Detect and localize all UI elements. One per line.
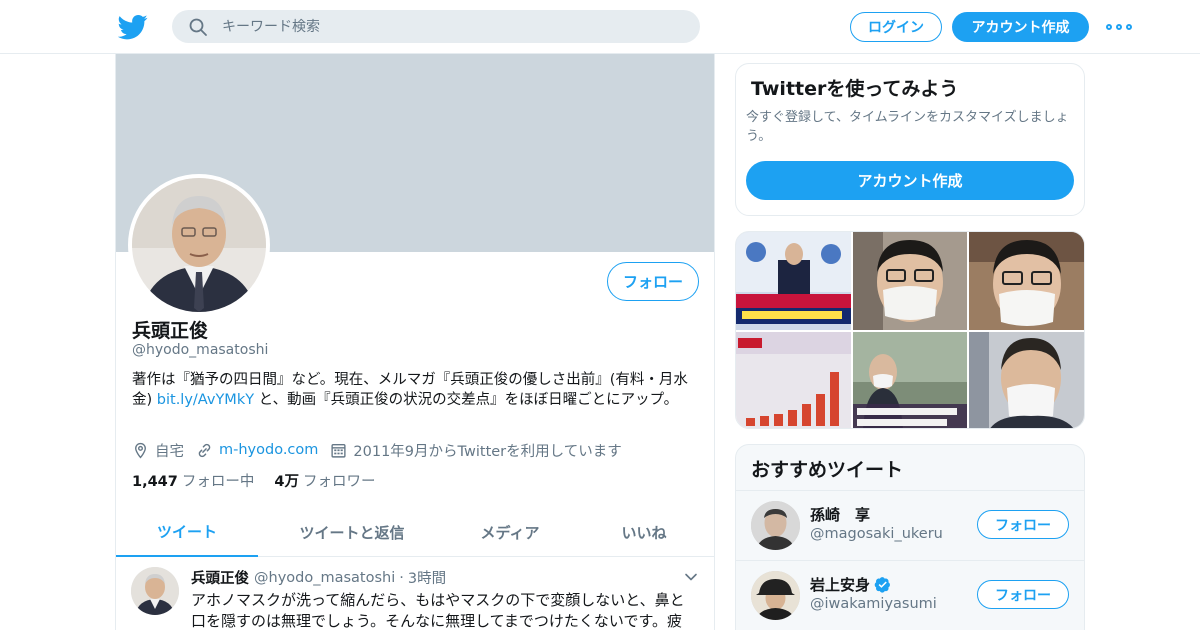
recommended-tweets: おすすめツイート 孫崎 享 @magosaki_ukeru フォロー 岩上安身 … <box>735 444 1085 630</box>
followers-count: 4万 <box>274 474 299 490</box>
tweet-header: 兵頭正俊 @hyodo_masatoshi · 3時間 <box>191 567 446 588</box>
top-nav: ログイン アカウント作成 <box>0 0 1200 54</box>
profile-website[interactable]: m-hyodo.com <box>196 442 318 459</box>
media-grid <box>735 231 1085 429</box>
profile-name: 兵頭正俊 <box>132 320 209 342</box>
tab-media[interactable]: メディア <box>446 507 574 557</box>
bio-link[interactable]: bit.ly/AvYMkY <box>157 392 254 408</box>
tweet-time[interactable]: 3時間 <box>408 567 446 588</box>
tweet-author-handle[interactable]: @hyodo_masatoshi <box>254 570 395 586</box>
recommended-user[interactable]: 岩上安身 @iwakamiyasumi フォロー <box>736 560 1084 630</box>
search-icon <box>188 17 208 37</box>
profile-joined: 2011年9月からTwitterを利用しています <box>330 440 622 461</box>
following-count: 1,447 <box>132 474 178 490</box>
following-stat[interactable]: 1,447 フォロー中 <box>132 470 254 491</box>
media-thumb[interactable] <box>969 232 1084 330</box>
signup-button[interactable]: アカウント作成 <box>952 12 1089 42</box>
profile-tabs: ツイート ツイートと返信 メディア いいね <box>116 507 714 557</box>
signup-card-description: 今すぐ登録して、タイムラインをカスタマイズしましょう。 <box>746 110 1069 144</box>
profile-handle: @hyodo_masatoshi <box>132 342 269 358</box>
tweet[interactable]: 兵頭正俊 @hyodo_masatoshi · 3時間 アホノマスクが洗って縮ん… <box>116 557 714 630</box>
chevron-down-icon[interactable] <box>684 569 698 588</box>
signup-card-button[interactable]: アカウント作成 <box>746 161 1074 200</box>
website-link[interactable]: m-hyodo.com <box>219 442 318 458</box>
tweet-avatar[interactable] <box>131 567 179 615</box>
recommended-title: おすすめツイート <box>751 459 904 481</box>
follow-button[interactable]: フォロー <box>977 580 1069 609</box>
media-thumb[interactable] <box>853 232 967 330</box>
media-thumb[interactable] <box>853 332 967 428</box>
recommended-avatar[interactable] <box>751 501 800 550</box>
profile-location: 自宅 <box>132 440 184 461</box>
tweet-author-name[interactable]: 兵頭正俊 <box>191 567 249 588</box>
tweet-separator: · <box>399 569 404 586</box>
media-thumb[interactable] <box>736 332 851 428</box>
bio-text-2: と、動画『兵頭正俊の状況の交差点』をほぼ日曜ごとにアップ。 <box>254 392 679 408</box>
link-icon <box>198 443 211 457</box>
tab-likes[interactable]: いいね <box>574 507 714 557</box>
login-button[interactable]: ログイン <box>850 12 942 42</box>
recommended-name-text[interactable]: 孫崎 享 <box>810 504 870 525</box>
follow-button[interactable]: フォロー <box>607 262 699 301</box>
recommended-user[interactable]: 孫崎 享 @magosaki_ukeru フォロー <box>736 490 1084 560</box>
signup-card: Twitterを使ってみよう 今すぐ登録して、タイムラインをカスタマイズしましょ… <box>735 63 1085 216</box>
recommended-avatar[interactable] <box>751 571 800 620</box>
tweet-text: アホノマスクが洗って縮んだら、もはやマスクの下で変顔しないと、鼻と口を隠すのは無… <box>191 591 685 630</box>
followers-label: フォロワー <box>302 474 376 490</box>
profile-bio: 著作は『猶予の四日間』など。現在、メルマガ『兵頭正俊の優しさ出前』(有料・月水金… <box>132 370 702 410</box>
tab-tweets-replies[interactable]: ツイートと返信 <box>258 507 446 557</box>
recommended-name[interactable]: 孫崎 享 <box>810 504 870 525</box>
recommended-handle[interactable]: @magosaki_ukeru <box>810 526 943 542</box>
twitter-bird-icon[interactable] <box>117 12 148 42</box>
location-text: 自宅 <box>155 443 184 460</box>
calendar-icon <box>331 443 346 458</box>
recommended-handle[interactable]: @iwakamiyasumi <box>810 596 937 612</box>
joined-text: 2011年9月からTwitterを利用しています <box>353 443 622 460</box>
search-bar[interactable] <box>172 10 700 43</box>
profile-stats: 1,447 フォロー中 4万 フォロワー <box>132 470 395 491</box>
location-icon <box>135 442 146 458</box>
tab-tweets[interactable]: ツイート <box>116 507 258 557</box>
search-input[interactable] <box>222 10 682 43</box>
profile-column: フォロー 兵頭正俊 @hyodo_masatoshi 著作は『猶予の四日間』など… <box>115 54 715 630</box>
follow-button[interactable]: フォロー <box>977 510 1069 539</box>
profile-meta: 自宅 m-hyodo.com 2011年9月からTwitterを利用しています <box>132 440 634 460</box>
verified-badge-icon <box>874 577 890 593</box>
recommended-name-text[interactable]: 岩上安身 <box>810 574 870 595</box>
profile-avatar[interactable] <box>128 174 270 316</box>
more-icon[interactable] <box>1106 18 1132 36</box>
media-thumb[interactable] <box>969 332 1084 428</box>
signup-card-title: Twitterを使ってみよう <box>751 78 959 100</box>
following-label: フォロー中 <box>181 474 255 490</box>
recommended-name[interactable]: 岩上安身 <box>810 574 891 595</box>
media-thumb[interactable] <box>736 232 851 330</box>
followers-stat[interactable]: 4万 フォロワー <box>274 470 375 491</box>
